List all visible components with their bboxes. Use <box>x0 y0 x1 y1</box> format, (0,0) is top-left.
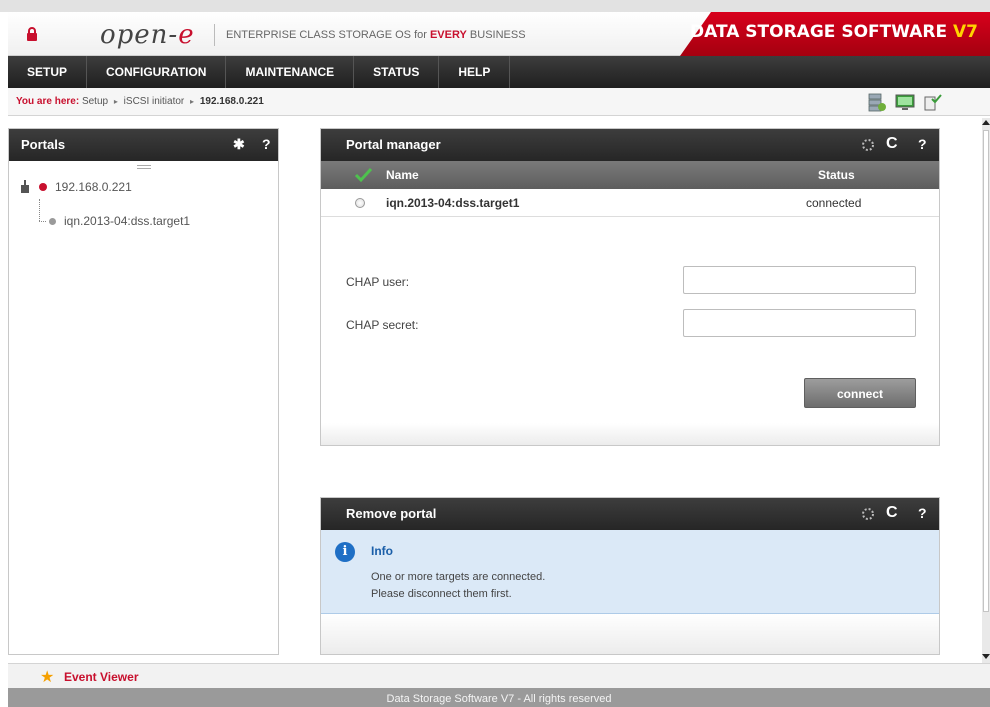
lock-icon[interactable] <box>26 27 38 41</box>
logo-text: open- <box>100 20 179 50</box>
target-name: iqn.2013-04:dss.target1 <box>386 196 520 210</box>
info-box: i Info One or more targets are connected… <box>321 530 939 614</box>
remove-portal-title: Remove portal <box>346 506 437 521</box>
breadcrumb-label: You are here: <box>16 96 80 107</box>
tagline-text-end: BUSINESS <box>466 29 526 41</box>
event-viewer-link[interactable]: Event Viewer <box>64 670 138 684</box>
panel-footer <box>321 614 939 654</box>
tree-connector <box>39 199 40 221</box>
product-title: DATA STORAGE SOFTWARE V7 <box>690 22 978 42</box>
table-row[interactable]: iqn.2013-04:dss.target1 connected <box>321 189 939 217</box>
info-message: Please disconnect them first. <box>371 588 512 600</box>
breadcrumb-bar: You are here: Setup ▸ iSCSI initiator ▸ … <box>8 88 990 116</box>
target-radio[interactable] <box>355 198 365 208</box>
tree-node-label: 192.168.0.221 <box>55 180 132 194</box>
help-icon[interactable]: ? <box>918 505 927 521</box>
refresh-icon[interactable]: C <box>886 135 898 153</box>
page-scrollbar[interactable] <box>982 118 990 663</box>
breadcrumb-setup[interactable]: Setup <box>82 96 108 107</box>
breadcrumb-separator: ▸ <box>113 97 118 106</box>
chap-secret-input[interactable] <box>683 309 916 337</box>
nav-configuration[interactable]: CONFIGURATION <box>87 56 227 88</box>
remove-portal-panel: Remove portal C ? i Info One or more tar… <box>320 497 940 655</box>
tree-node-label: iqn.2013-04:dss.target1 <box>64 214 191 228</box>
logo-accent: e <box>178 20 195 50</box>
brand-logo: open-e <box>100 20 195 50</box>
help-icon[interactable]: ? <box>918 136 927 152</box>
info-message: One or more targets are connected. <box>371 571 546 583</box>
app-header: open-e ENTERPRISE CLASS STORAGE OS for E… <box>8 12 990 56</box>
scroll-down-icon[interactable] <box>982 654 990 659</box>
resize-grip[interactable] <box>137 165 151 169</box>
event-viewer-bar: ★ Event Viewer <box>8 663 990 688</box>
portals-title: Portals <box>21 137 66 152</box>
monitor-icon[interactable] <box>894 92 916 112</box>
portal-manager-title: Portal manager <box>346 137 441 152</box>
portal-manager-panel: Portal manager C ? Name Status iqn.2013-… <box>320 128 940 446</box>
breadcrumb-separator: ▸ <box>190 97 195 106</box>
column-name[interactable]: Name <box>386 168 419 182</box>
network-icon <box>21 180 29 193</box>
loading-icon[interactable] <box>861 507 875 521</box>
tree-connector <box>39 221 46 222</box>
scroll-up-icon[interactable] <box>982 120 990 125</box>
star-icon[interactable]: ★ <box>40 667 54 687</box>
chap-secret-label: CHAP secret: <box>346 318 419 332</box>
check-icon[interactable] <box>354 166 372 184</box>
info-title: Info <box>371 544 393 558</box>
status-dot-icon <box>49 217 56 225</box>
main-nav: SETUP CONFIGURATION MAINTENANCE STATUS H… <box>8 56 990 88</box>
connect-button[interactable]: connect <box>804 378 916 408</box>
top-strip <box>0 0 990 12</box>
portals-panel-header: Portals ✱ ? <box>9 129 278 161</box>
nav-setup[interactable]: SETUP <box>8 56 88 88</box>
portals-panel: Portals ✱ ? 192.168.0.221 iqn.2013-04:ds… <box>8 128 279 655</box>
tree-node-target[interactable]: iqn.2013-04:dss.target1 <box>49 213 190 229</box>
refresh-icon[interactable]: C <box>886 504 898 522</box>
chap-user-input[interactable] <box>683 266 916 294</box>
help-icon[interactable]: ? <box>262 136 271 152</box>
tagline-text: ENTERPRISE CLASS STORAGE OS for <box>226 29 430 41</box>
table-header: Name Status <box>321 161 939 189</box>
breadcrumb: You are here: Setup ▸ iSCSI initiator ▸ … <box>16 96 264 107</box>
panel-footer <box>321 423 939 445</box>
server-icon[interactable] <box>866 92 888 112</box>
gear-icon[interactable]: ✱ <box>233 136 245 153</box>
portal-manager-header: Portal manager C ? <box>321 129 939 161</box>
info-icon: i <box>335 542 355 562</box>
tagline: ENTERPRISE CLASS STORAGE OS for EVERY BU… <box>226 29 526 41</box>
breadcrumb-current: 192.168.0.221 <box>199 96 264 107</box>
page-footer: Data Storage Software V7 - All rights re… <box>8 688 990 707</box>
nav-maintenance[interactable]: MAINTENANCE <box>226 56 355 88</box>
tree-node-portal[interactable]: 192.168.0.221 <box>19 179 132 195</box>
product-name: DATA STORAGE SOFTWARE <box>690 22 953 42</box>
target-status: connected <box>806 196 862 210</box>
status-dot-icon <box>39 183 47 191</box>
copyright-text: Data Storage Software V7 - All rights re… <box>386 693 612 705</box>
column-status[interactable]: Status <box>818 168 855 182</box>
remove-portal-header: Remove portal C ? <box>321 498 939 530</box>
nav-status[interactable]: STATUS <box>354 56 440 88</box>
nav-help[interactable]: HELP <box>439 56 511 88</box>
chap-user-label: CHAP user: <box>346 275 410 289</box>
loading-icon[interactable] <box>861 138 875 152</box>
header-divider <box>214 24 215 46</box>
tagline-accent: EVERY <box>429 29 467 41</box>
product-version: V7 <box>953 22 978 42</box>
info-check-icon[interactable] <box>922 92 944 112</box>
breadcrumb-iscsi-initiator[interactable]: iSCSI initiator <box>124 96 185 107</box>
scroll-thumb[interactable] <box>983 130 989 612</box>
